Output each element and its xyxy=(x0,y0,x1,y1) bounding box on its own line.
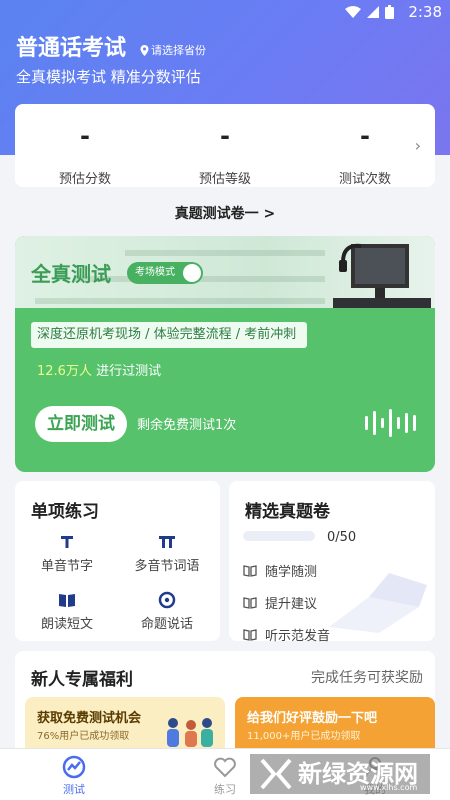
status-icons xyxy=(345,5,394,19)
book-icon xyxy=(243,596,257,609)
paper-item-suggestions[interactable]: 提升建议 xyxy=(243,593,317,612)
papers-title: 精选真题卷 xyxy=(245,502,330,522)
stat-score: - 预估分数 xyxy=(25,122,145,187)
book-icon xyxy=(243,628,257,641)
page-subtitle: 全真模拟考试 精准分数评估 xyxy=(16,68,201,86)
watermark-logo-icon xyxy=(260,758,292,790)
practice-item-polysyllable[interactable]: 多音节词语 xyxy=(117,533,217,574)
practice-item-monosyllable[interactable]: 单音节字 xyxy=(17,533,117,574)
paper-item-label: 随学随测 xyxy=(265,565,318,580)
signal-icon xyxy=(367,6,379,18)
practice-label: 多音节词语 xyxy=(134,559,200,574)
polysyllable-icon xyxy=(159,536,175,548)
monosyllable-icon xyxy=(61,536,73,548)
stat-tests-value: - xyxy=(360,122,370,150)
practice-label: 单音节字 xyxy=(40,559,93,574)
watermark-url: www.xlhs.com xyxy=(360,783,418,792)
wifi-icon xyxy=(345,6,361,18)
welfare-title: 新人专属福利 xyxy=(31,670,133,690)
speech-bubble-icon xyxy=(158,591,176,609)
open-book-illustration xyxy=(329,573,427,633)
tab-label: 测试 xyxy=(63,783,85,796)
participant-number: 12.6万人 xyxy=(37,364,92,379)
promo-subtitle: 76%用户已成功领取 xyxy=(37,731,130,742)
status-bar: 2:38 xyxy=(0,0,450,24)
computer-headset-icon xyxy=(333,243,431,308)
battery-icon xyxy=(385,5,394,19)
voice-wave-icon xyxy=(365,408,416,438)
heart-chat-icon xyxy=(214,757,236,778)
stat-score-value: - xyxy=(80,122,90,150)
tab-label: 练习 xyxy=(214,783,236,796)
promo-title: 给我们好评鼓励一下吧 xyxy=(247,711,378,726)
mock-test-card: 全真测试 考场模式 深度还原机考现场 / 体验完整流程 / 考前冲刺 12.6万… xyxy=(15,236,435,472)
exam-mode-toggle[interactable]: 考场模式 xyxy=(127,262,203,284)
status-time: 2:38 xyxy=(408,3,442,21)
promo-subtitle: 11,000+用户已成功领取 xyxy=(247,731,361,742)
start-test-button[interactable]: 立即测试 xyxy=(35,406,127,442)
chevron-right-icon[interactable]: › xyxy=(415,136,421,155)
practice-label: 命题说话 xyxy=(140,617,193,632)
selected-papers-card[interactable]: 精选真题卷 0/50 随学随测 提升建议 听示范发音 xyxy=(229,481,435,644)
participant-suffix: 进行过测试 xyxy=(96,364,162,379)
feature-banner: 深度还原机考现场 / 体验完整流程 / 考前冲刺 xyxy=(31,322,307,348)
page-title: 普通话考试 xyxy=(16,36,127,61)
stat-level-label: 预估等级 xyxy=(198,172,251,187)
paper-item-label: 提升建议 xyxy=(265,597,318,612)
stats-card[interactable]: - 预估分数 - 预估等级 - 测试次数 › xyxy=(15,104,435,187)
practice-label: 朗读短文 xyxy=(40,617,93,632)
practice-title: 单项练习 xyxy=(31,502,99,522)
people-illustration xyxy=(167,718,213,747)
paper-item-label: 听示范发音 xyxy=(265,629,331,644)
practice-item-speaking[interactable]: 命题说话 xyxy=(117,591,217,632)
stat-level: - 预估等级 xyxy=(165,122,285,187)
stat-score-label: 预估分数 xyxy=(58,172,111,187)
exam-mode-label: 考场模式 xyxy=(135,267,175,278)
site-watermark: 新绿资源网 www.xlhs.com xyxy=(250,754,430,794)
province-label: 请选择省份 xyxy=(151,44,206,57)
location-pin-icon xyxy=(140,44,149,56)
gauge-icon xyxy=(62,755,86,779)
mock-test-title: 全真测试 xyxy=(31,262,111,286)
paper-item-quiz[interactable]: 随学随测 xyxy=(243,561,317,580)
stat-tests-label: 测试次数 xyxy=(338,172,391,187)
free-attempts-text: 剩余免费测试1次 xyxy=(137,418,237,433)
paper-selector-link[interactable]: 真题测试卷一 > xyxy=(0,203,450,223)
stat-level-value: - xyxy=(220,122,230,150)
stat-tests: - 测试次数 xyxy=(305,122,425,187)
papers-progress-text: 0/50 xyxy=(327,530,357,545)
single-practice-card: 单项练习 单音节字 多音节词语 朗读短文 命题说话 xyxy=(15,481,220,641)
province-selector[interactable]: 请选择省份 xyxy=(140,42,206,58)
papers-progress-bar xyxy=(243,531,315,541)
paper-item-demo[interactable]: 听示范发音 xyxy=(243,625,330,644)
toggle-knob xyxy=(183,264,201,282)
participant-count: 12.6万人 进行过测试 xyxy=(37,360,161,379)
welfare-hint: 完成任务可获奖励 xyxy=(311,670,423,686)
promo-title: 获取免费测试机会 xyxy=(37,711,142,726)
tab-test[interactable]: 测试 xyxy=(34,755,114,797)
practice-item-reading[interactable]: 朗读短文 xyxy=(17,591,117,632)
book-icon xyxy=(243,564,257,577)
book-icon xyxy=(59,594,75,607)
